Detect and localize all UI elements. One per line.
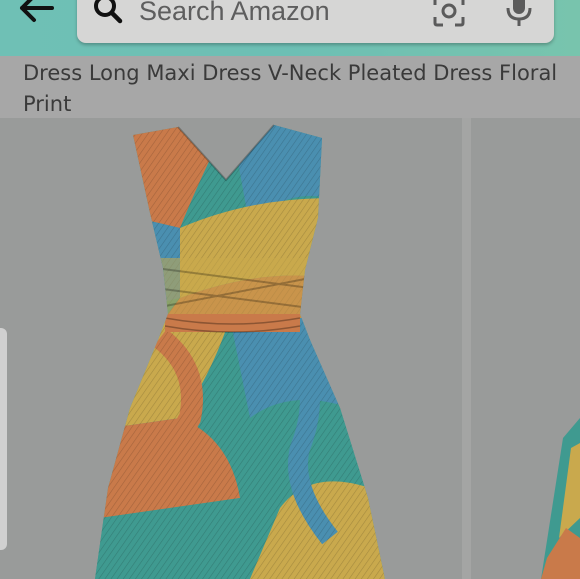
- top-header: [0, 0, 580, 56]
- search-bar[interactable]: [77, 0, 554, 43]
- product-title-bar: Dress Long Maxi Dress V-Neck Pleated Dre…: [0, 56, 580, 118]
- dress-illustration: [95, 124, 385, 579]
- dress-illustration-next: [541, 418, 580, 579]
- search-input[interactable]: [139, 0, 439, 26]
- arrow-left-icon[interactable]: [14, 0, 58, 30]
- side-panel-handle[interactable]: [0, 328, 7, 550]
- product-title[interactable]: Dress Long Maxi Dress V-Neck Pleated Dre…: [23, 58, 563, 120]
- product-image-next-preview[interactable]: [471, 118, 580, 579]
- microphone-icon[interactable]: [501, 0, 537, 28]
- product-image-gallery[interactable]: [0, 118, 580, 579]
- magnifier-icon: [94, 0, 123, 24]
- product-image-main[interactable]: [0, 118, 462, 579]
- image-divider: [462, 118, 471, 579]
- camera-scan-icon[interactable]: [432, 0, 466, 28]
